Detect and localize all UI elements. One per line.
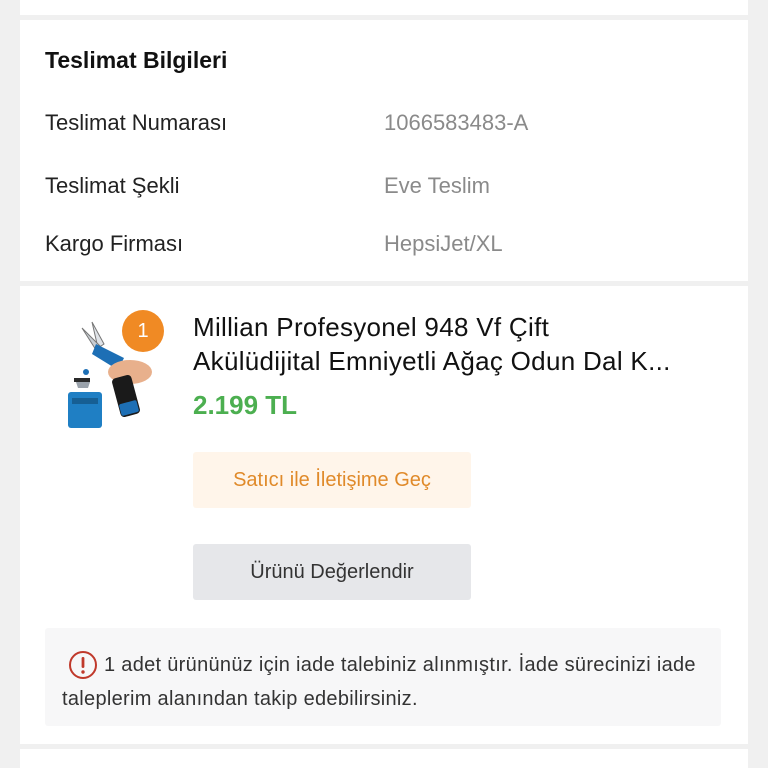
review-product-button[interactable]: Ürünü Değerlendir xyxy=(193,544,471,600)
return-notice-box: 1 adet ürününüz için iade talebiniz alın… xyxy=(45,628,721,726)
delivery-number-value: 1066583483-A xyxy=(384,110,529,135)
next-card xyxy=(20,749,748,768)
product-name-line-1: Millian Profesyonel 948 Vf Çift xyxy=(193,312,550,342)
cargo-company-label: Kargo Firması xyxy=(45,231,184,256)
delivery-method-value: Eve Teslim xyxy=(384,173,490,198)
contact-seller-button[interactable]: Satıcı ile İletişime Geç xyxy=(193,452,471,508)
delivery-section-title: Teslimat Bilgileri xyxy=(45,47,228,73)
previous-card xyxy=(20,0,748,15)
product-card: 1 Millian Profesyonel 948 Vf Çift Akülüd… xyxy=(20,286,748,744)
delivery-info-card: Teslimat Bilgileri Teslimat Numarası 106… xyxy=(20,20,748,281)
cargo-company-value: HepsiJet/XL xyxy=(384,231,503,256)
product-name-line-2: Akülüdijital Emniyetli Ağaç Odun Dal K..… xyxy=(193,346,671,376)
delivery-number-label: Teslimat Numarası xyxy=(45,110,228,135)
product-price: 2.199 TL xyxy=(193,390,298,420)
return-notice-text: 1 adet ürününüz için iade talebiniz alın… xyxy=(62,654,696,710)
delivery-method-label: Teslimat Şekli xyxy=(45,173,180,198)
product-name[interactable]: Millian Profesyonel 948 Vf Çift Akülüdij… xyxy=(193,310,723,378)
quantity-badge: 1 xyxy=(122,310,164,352)
